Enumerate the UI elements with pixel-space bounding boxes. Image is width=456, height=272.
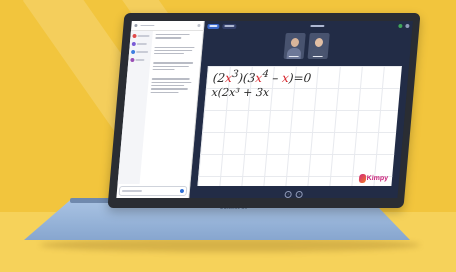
video-tile-label xyxy=(309,55,327,59)
contact-item[interactable] xyxy=(130,42,147,46)
equation-line-1: (2x3)(3x4 – x)=0 xyxy=(212,69,312,85)
message-line xyxy=(155,37,182,39)
contact-avatar xyxy=(130,58,135,62)
message-line xyxy=(152,65,189,68)
contact-name-bar xyxy=(135,59,145,61)
equation-part: )(3 xyxy=(237,71,256,85)
contact-avatar xyxy=(132,34,137,38)
contact-name-bar xyxy=(136,51,149,53)
contact-item[interactable] xyxy=(128,58,145,62)
kimpy-logo: Kimpy xyxy=(358,174,388,183)
close-icon[interactable] xyxy=(197,24,201,27)
laptop-shadow xyxy=(40,238,420,252)
kimpy-logo-text: Kimpy xyxy=(366,175,389,182)
message-line xyxy=(153,62,194,64)
message-line xyxy=(150,88,188,90)
menu-icon[interactable] xyxy=(134,24,138,27)
whiteboard[interactable]: (2x3)(3x4 – x)=0 x(2x³ + 3x Kimpy xyxy=(197,66,402,186)
contact-item[interactable] xyxy=(130,34,150,38)
video-name-bar xyxy=(288,55,299,57)
message-line xyxy=(154,46,195,48)
next-page-icon[interactable]: › xyxy=(295,190,304,198)
message-line xyxy=(154,49,193,52)
previous-page-icon[interactable]: ‹ xyxy=(284,190,293,198)
settings-icon[interactable] xyxy=(405,24,410,28)
toolbar-button[interactable] xyxy=(207,23,220,29)
message-line xyxy=(151,81,192,83)
video-face xyxy=(290,38,300,47)
participant-avatar-icon[interactable] xyxy=(398,24,403,28)
contact-avatar xyxy=(131,42,136,46)
video-tile-student[interactable] xyxy=(307,33,330,59)
message-line xyxy=(150,91,179,93)
video-tile-label xyxy=(285,55,303,59)
message-line xyxy=(155,34,190,36)
chat-header xyxy=(130,21,204,31)
contact-name-bar xyxy=(137,35,150,37)
chat-title-bar xyxy=(140,24,155,27)
video-name-bar xyxy=(312,55,323,57)
laptop-screen: (2x3)(3x4 – x)=0 x(2x³ + 3x Kimpy ‹ › xyxy=(116,21,413,198)
message-line xyxy=(151,78,190,80)
contact-name-bar xyxy=(136,43,147,45)
video-face xyxy=(314,38,324,47)
equation-part: )=0 xyxy=(288,71,312,85)
video-tile-tutor[interactable] xyxy=(283,33,306,59)
message-line xyxy=(151,84,185,87)
equation-line-2: x(2x³ + 3x xyxy=(211,86,270,99)
contact-item[interactable] xyxy=(129,50,149,54)
message-line xyxy=(152,69,175,71)
send-icon[interactable] xyxy=(179,189,185,193)
toolbar-button[interactable] xyxy=(222,23,237,29)
message-input[interactable] xyxy=(118,186,188,196)
laptop-lid: (2x3)(3x4 – x)=0 x(2x³ + 3x Kimpy ‹ › xyxy=(107,13,421,208)
session-title-bar xyxy=(310,25,325,27)
video-tiles xyxy=(201,31,412,63)
contact-avatar xyxy=(130,50,136,54)
lesson-area: (2x3)(3x4 – x)=0 x(2x³ + 3x Kimpy ‹ › xyxy=(189,21,413,198)
message-line xyxy=(153,53,185,55)
toolbar-button-label xyxy=(224,25,235,27)
message-input-placeholder xyxy=(121,190,143,192)
toolbar-button-label xyxy=(209,25,218,27)
toolbar xyxy=(204,21,413,31)
kimpy-logo-icon xyxy=(358,174,367,183)
whiteboard-controls: ‹ › xyxy=(189,190,398,198)
